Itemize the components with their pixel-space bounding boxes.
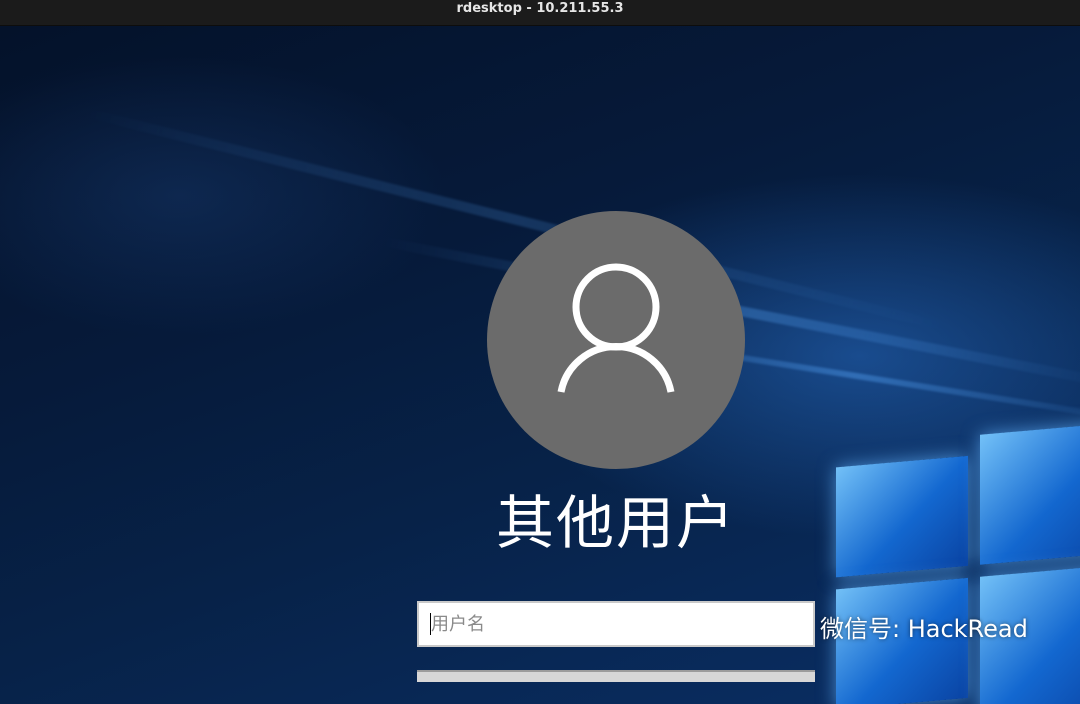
user-icon — [557, 263, 675, 393]
window-title: rdesktop - 10.211.55.3 — [456, 1, 624, 16]
watermark: 微信号: HackRead — [770, 613, 1028, 645]
password-field-edge[interactable] — [417, 670, 815, 682]
account-name: 其他用户 — [495, 489, 736, 557]
rdesktop-window-titlebar: rdesktop - 10.211.55.3 — [0, 0, 1080, 26]
wechat-logo-icon — [772, 615, 809, 642]
text-caret — [430, 613, 431, 635]
user-avatar — [487, 211, 745, 469]
watermark-text: 微信号: HackRead — [820, 615, 1028, 643]
username-input[interactable] — [417, 601, 815, 647]
